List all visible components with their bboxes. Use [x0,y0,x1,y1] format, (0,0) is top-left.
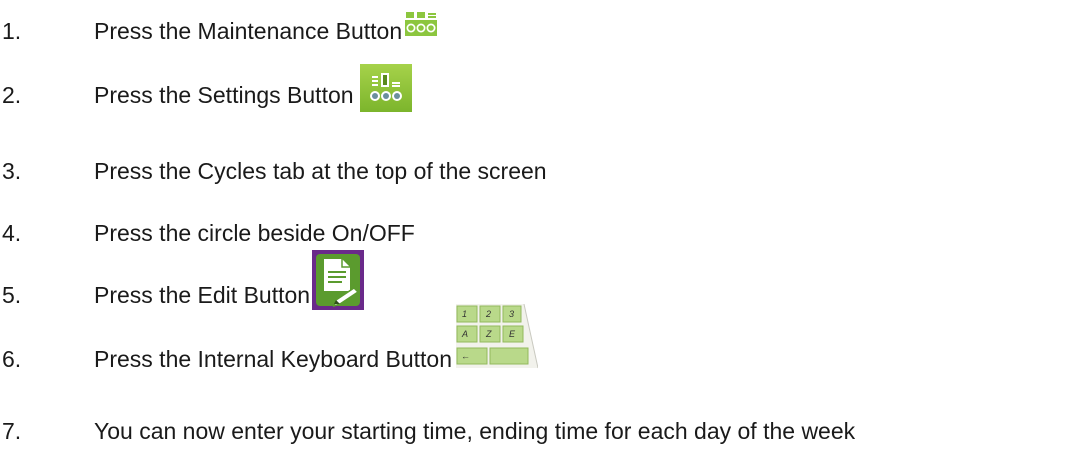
key-2: 2 [485,309,491,319]
key-z: Z [485,329,492,339]
step-number: 5. [2,282,22,308]
step-text: Press the Maintenance Button [94,18,403,44]
edit-icon [312,250,365,310]
step-text: You can now enter your starting time, en… [94,418,856,444]
step-number: 1. [2,18,22,44]
step-number: 6. [2,346,22,372]
maintenance-icon [405,12,438,36]
internal-keyboard-icon: 1 2 3 A Z E ← [456,303,539,372]
step-text: Press the circle beside On/OFF [94,220,415,246]
settings-icon [359,64,412,112]
step-number: 3. [2,158,22,184]
step-number: 4. [2,220,22,246]
step-text: Press the Internal Keyboard Button [94,346,452,372]
key-1: 1 [462,309,467,319]
key-a: A [461,329,468,339]
step-text: Press the Settings Button [94,82,354,108]
step-number: 7. [2,418,22,444]
step-number: 2. [2,82,22,108]
step-text: Press the Cycles tab at the top of the s… [94,158,547,184]
key-backspace: ← [461,351,470,361]
step-text: Press the Edit Button [94,282,311,308]
key-e: E [509,329,516,339]
key-3: 3 [509,309,514,319]
